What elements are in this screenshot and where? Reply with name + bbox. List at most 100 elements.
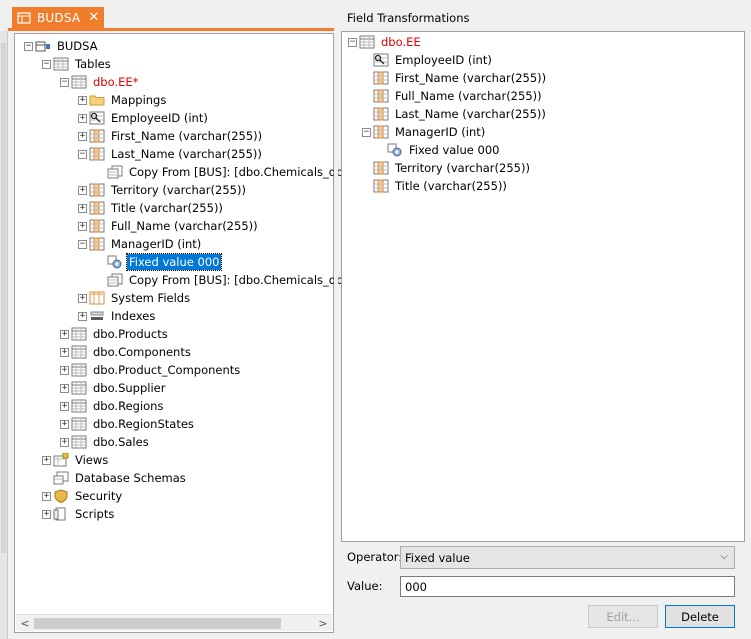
tree-node[interactable]: + Territory (varchar(255)) xyxy=(78,181,248,199)
tree-node-label: EmployeeID (int) xyxy=(111,111,208,125)
tree-node[interactable]: + Scripts xyxy=(42,505,116,523)
script-icon xyxy=(53,507,69,521)
tree-node-label: dbo.Regions xyxy=(93,399,164,413)
tree-node-label: Copy From [BUS]: [dbo.Chemicals_dbo_E xyxy=(129,273,364,287)
expand-icon[interactable]: + xyxy=(42,509,51,519)
tree-node[interactable]: Copy From [BUS]: [dbo.Chemicals_dbo_E xyxy=(96,163,365,181)
tree-node[interactable]: + EmployeeID (int) xyxy=(78,109,210,127)
expand-icon[interactable]: + xyxy=(60,419,69,429)
database-tree[interactable]: < > − BUDSA − Tables − dbo.EE* + Mappings + Emplo… xyxy=(14,33,363,633)
expand-icon[interactable]: + xyxy=(60,365,69,375)
field-transformations-tree[interactable]: − dbo.EE EmployeeID (int) First_Name (varch… xyxy=(341,31,745,542)
tree-node[interactable]: + Indexes xyxy=(78,307,157,325)
expand-icon[interactable]: + xyxy=(78,221,87,231)
operator-select[interactable]: Fixed value ⌵ xyxy=(400,546,735,569)
expand-icon[interactable]: + xyxy=(78,131,87,141)
panel-splitter[interactable] xyxy=(334,0,338,639)
close-icon[interactable]: ✕ xyxy=(88,10,99,25)
collapse-icon[interactable]: − xyxy=(78,239,87,249)
left-scrollbar-thumb[interactable] xyxy=(1,43,6,553)
tab-budsa[interactable]: BUDSA ✕ xyxy=(12,7,104,28)
column-icon xyxy=(89,219,105,233)
column-icon xyxy=(89,237,105,251)
tree-node-label: ManagerID (int) xyxy=(111,237,202,251)
tree-node[interactable]: + dbo.Products xyxy=(60,325,170,343)
expand-icon[interactable]: + xyxy=(42,455,51,465)
tree-node[interactable]: First_Name (varchar(255)) xyxy=(362,69,548,87)
scroll-right-icon[interactable]: > xyxy=(316,617,330,630)
expand-icon[interactable]: + xyxy=(42,491,51,501)
value-input[interactable] xyxy=(400,576,735,597)
tree-node[interactable]: Database Schemas xyxy=(42,469,188,487)
tree-node[interactable]: Copy From [BUS]: [dbo.Chemicals_dbo_E xyxy=(96,271,365,289)
expand-icon[interactable]: + xyxy=(60,401,69,411)
expand-icon[interactable]: + xyxy=(60,329,69,339)
expand-icon[interactable]: + xyxy=(60,347,69,357)
tree-node[interactable]: − ManagerID (int) xyxy=(362,123,487,141)
expand-icon[interactable]: + xyxy=(78,95,87,105)
tree-node[interactable]: + First_Name (varchar(255)) xyxy=(78,127,264,145)
tree-node[interactable]: + dbo.Regions xyxy=(60,397,165,415)
table-icon xyxy=(71,327,87,341)
tree-node[interactable]: + Title (varchar(255)) xyxy=(78,199,225,217)
tree-node[interactable]: Title (varchar(255)) xyxy=(362,177,509,195)
collapse-icon[interactable]: − xyxy=(362,127,371,137)
collapse-icon[interactable]: − xyxy=(42,59,51,69)
gear-icon xyxy=(107,255,123,269)
tree-node[interactable]: − Tables xyxy=(42,55,113,73)
expand-icon[interactable]: + xyxy=(78,113,87,123)
tree-node[interactable]: + Views xyxy=(42,451,110,469)
tree-node[interactable]: + dbo.Sales xyxy=(60,433,151,451)
tree-node-label: Territory (varchar(255)) xyxy=(395,161,530,175)
expand-icon[interactable]: + xyxy=(78,293,87,303)
tree-node[interactable]: Full_Name (varchar(255)) xyxy=(362,87,544,105)
tree-node[interactable]: − ManagerID (int) xyxy=(78,235,203,253)
collapse-icon[interactable]: − xyxy=(78,149,87,159)
tree-node-label: Tables xyxy=(75,57,111,71)
tree-node[interactable]: + Mappings xyxy=(78,91,168,109)
expand-icon[interactable]: + xyxy=(60,383,69,393)
tree-node[interactable]: Fixed value 000 xyxy=(96,253,223,271)
tree-node[interactable]: − BUDSA xyxy=(24,37,100,55)
tree-node[interactable]: + dbo.Product_Components xyxy=(60,361,242,379)
tree-node[interactable]: − dbo.EE* xyxy=(60,73,140,91)
expand-icon[interactable]: + xyxy=(78,203,87,213)
scroll-left-icon[interactable]: < xyxy=(18,617,32,630)
tree-node[interactable]: + Full_Name (varchar(255)) xyxy=(78,217,260,235)
collapse-icon[interactable]: − xyxy=(24,41,33,51)
tree-node[interactable]: Fixed value 000 xyxy=(376,141,501,159)
collapse-icon[interactable]: − xyxy=(348,37,357,47)
database-icon xyxy=(35,39,51,53)
tree-node-label: dbo.Sales xyxy=(93,435,149,449)
expand-icon[interactable]: + xyxy=(60,437,69,447)
tree-node-label: Views xyxy=(75,453,109,467)
table-icon xyxy=(71,345,87,359)
horizontal-scrollbar[interactable]: < > xyxy=(16,614,332,631)
expand-icon[interactable]: + xyxy=(78,311,87,321)
edit-button[interactable]: Edit... xyxy=(588,605,658,628)
tree-node-label: Full_Name (varchar(255)) xyxy=(395,89,542,103)
key-column-icon xyxy=(89,111,105,125)
key-column-icon xyxy=(373,53,389,67)
tree-node[interactable]: + dbo.Supplier xyxy=(60,379,167,397)
tree-node[interactable]: Territory (varchar(255)) xyxy=(362,159,532,177)
column-icon xyxy=(373,107,389,121)
tree-node[interactable]: − dbo.EE xyxy=(348,33,423,51)
delete-button[interactable]: Delete xyxy=(665,605,735,628)
schema-icon xyxy=(53,471,69,485)
column-icon xyxy=(373,179,389,193)
scrollbar-thumb[interactable] xyxy=(34,618,281,629)
tree-node[interactable]: + dbo.Components xyxy=(60,343,193,361)
field-transformations-title: Field Transformations xyxy=(347,11,470,25)
tree-node[interactable]: + dbo.RegionStates xyxy=(60,415,196,433)
expand-icon[interactable]: + xyxy=(78,185,87,195)
tree-node-label: dbo.Product_Components xyxy=(93,363,241,377)
tree-node[interactable]: − Last_Name (varchar(255)) xyxy=(78,145,264,163)
collapse-icon[interactable]: − xyxy=(60,77,69,87)
tree-node[interactable]: + Security xyxy=(42,487,124,505)
tree-node-label: Security xyxy=(75,489,123,503)
table-icon xyxy=(71,399,87,413)
tree-node[interactable]: EmployeeID (int) xyxy=(362,51,494,69)
tree-node[interactable]: + System Fields xyxy=(78,289,192,307)
tree-node[interactable]: Last_Name (varchar(255)) xyxy=(362,105,548,123)
